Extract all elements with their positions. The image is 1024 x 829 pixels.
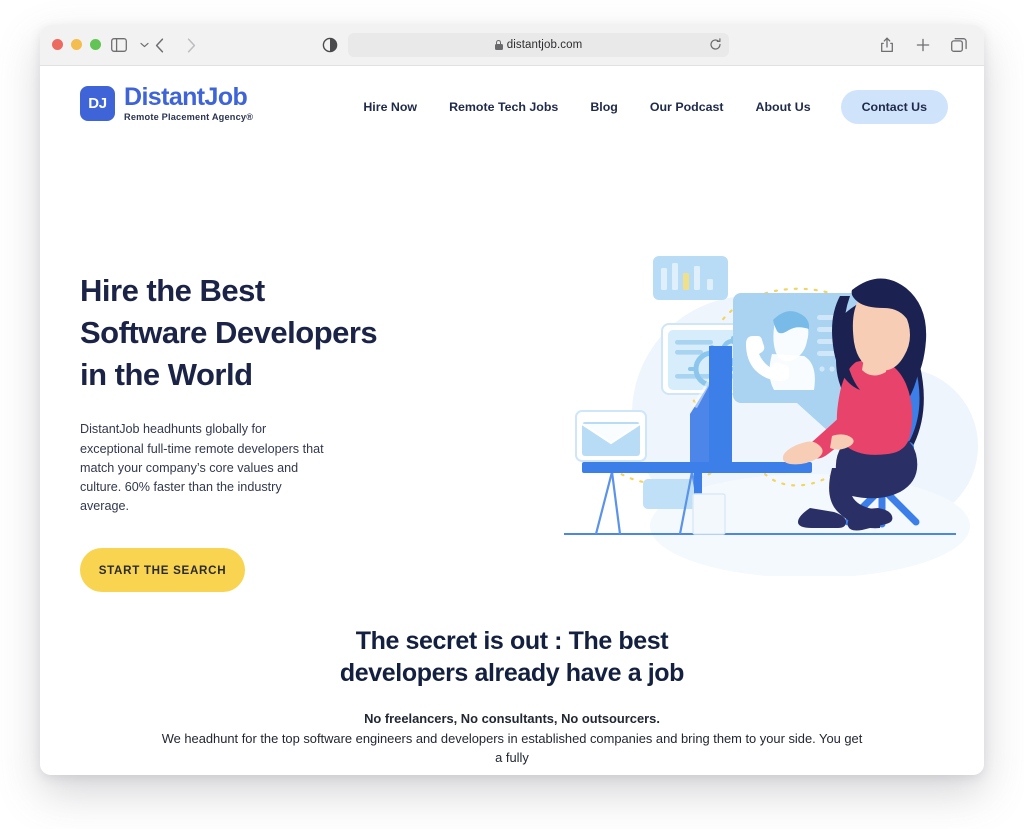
secret-title-line-2: developers already have a job	[339, 658, 685, 687]
site-logo[interactable]: DJ DistantJob Remote Placement Agency®	[80, 85, 253, 122]
nav-item-blog[interactable]: Blog	[574, 100, 634, 114]
logo-text: DistantJob Remote Placement Agency®	[124, 85, 253, 122]
address-bar[interactable]: distantjob.com	[348, 33, 729, 57]
nav-item-hire-now[interactable]: Hire Now	[347, 100, 433, 114]
hero-title-line-3: in the World	[80, 357, 253, 393]
secret-section-lead: No freelancers, No consultants, No outso…	[364, 711, 660, 726]
hero-title-line-2: Software Developers	[80, 315, 378, 351]
page-title: Hire the Best Software Developers in the…	[80, 270, 410, 396]
secret-section-title: The secret is out : The best developers …	[160, 626, 864, 689]
hero-subtitle: DistantJob headhunts globally for except…	[80, 422, 324, 514]
forward-arrow-icon[interactable]	[180, 34, 202, 56]
woman-at-desk-illustration	[564, 256, 978, 578]
reload-icon[interactable]	[709, 38, 722, 51]
hero-section: Hire the Best Software Developers in the…	[40, 144, 984, 593]
url-display: distantjob.com	[494, 39, 583, 51]
reader-mode-icon[interactable]	[322, 37, 338, 53]
plus-icon[interactable]	[912, 34, 934, 56]
webpage-viewport: DJ DistantJob Remote Placement Agency® H…	[40, 66, 984, 775]
contact-us-button[interactable]: Contact Us	[840, 90, 948, 124]
browser-toolbar: distantjob.com	[40, 25, 984, 66]
secret-title-line-1: The secret is out : The best	[355, 627, 669, 655]
logo-tagline: Remote Placement Agency®	[124, 112, 254, 122]
main-navigation: Hire Now Remote Tech Jobs Blog Our Podca…	[347, 90, 948, 124]
logo-mark-icon: DJ	[80, 86, 115, 122]
minimize-window-button[interactable]	[71, 39, 82, 50]
browser-window: distantjob.com DJ DistantJob Remote Plac…	[40, 25, 984, 775]
email-card	[575, 410, 647, 462]
hero-illustration	[560, 236, 980, 578]
site-header: DJ DistantJob Remote Placement Agency® H…	[40, 66, 984, 144]
navigation-controls	[148, 34, 202, 56]
address-bar-area: distantjob.com	[322, 33, 729, 57]
hero-copy: Hire the Best Software Developers in the…	[80, 270, 410, 593]
nav-item-our-podcast[interactable]: Our Podcast	[634, 100, 740, 114]
nav-item-about-us[interactable]: About Us	[740, 100, 827, 114]
start-the-search-button[interactable]: START THE SEARCH	[80, 548, 245, 593]
window-traffic-lights	[52, 39, 101, 50]
chart-card	[653, 256, 728, 300]
toolbar-right-actions	[876, 34, 970, 56]
tabs-overview-icon[interactable]	[948, 34, 970, 56]
url-text: distantjob.com	[506, 39, 583, 51]
logo-mark-text: DJ	[88, 95, 107, 113]
hero-title-line-1: Hire the Best	[80, 273, 265, 308]
secret-section-body: We headhunt for the top software enginee…	[161, 731, 863, 765]
back-arrow-icon[interactable]	[148, 34, 170, 56]
close-window-button[interactable]	[52, 39, 63, 50]
secret-section: The secret is out : The best developers …	[40, 626, 984, 767]
lock-icon	[494, 40, 503, 50]
sidebar-icon[interactable]	[108, 34, 130, 56]
logo-wordmark: DistantJob	[124, 83, 248, 111]
share-icon[interactable]	[876, 34, 898, 56]
maximize-window-button[interactable]	[90, 39, 101, 50]
nav-item-remote-tech-jobs[interactable]: Remote Tech Jobs	[433, 100, 574, 114]
